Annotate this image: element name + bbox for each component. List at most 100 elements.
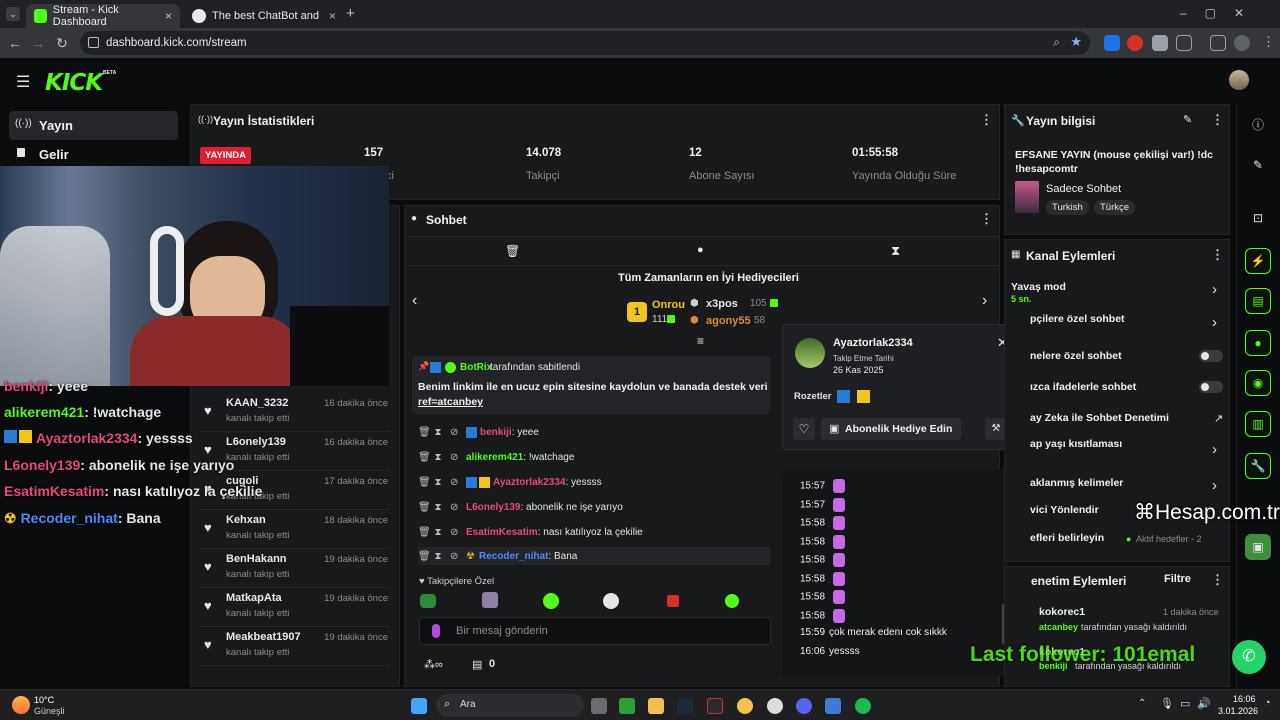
gifter-name[interactable]: agony55 [706, 315, 751, 327]
collapse-icon[interactable]: ≡ [697, 334, 704, 348]
edit-icon[interactable]: ✎ [1245, 152, 1271, 178]
bookmark-star-icon[interactable]: ★ [1070, 34, 1082, 50]
action-banned-words[interactable]: aklanmış kelimeler › [1010, 477, 1225, 497]
reading-list-icon[interactable] [1210, 35, 1226, 51]
action-emote-only[interactable]: ızca ifadelerle sohbet [1010, 381, 1225, 401]
delete-icon[interactable]: 🗑 [418, 427, 431, 438]
timeout-icon[interactable]: ⧗ [434, 452, 442, 463]
toggle-switch[interactable] [1199, 350, 1223, 362]
gifter-name[interactable]: Onrou [652, 299, 685, 311]
follower-name[interactable]: MatkapAta [226, 592, 282, 604]
notification-icon[interactable]: ◔ [1264, 697, 1271, 709]
follower-name[interactable]: BenHakann [226, 553, 287, 565]
network-icon[interactable]: ▭ [1180, 697, 1190, 710]
emote-icon[interactable] [725, 594, 739, 608]
spotify-icon[interactable] [855, 698, 871, 714]
weather-icon[interactable] [12, 696, 30, 714]
stream-info-menu-icon[interactable]: ⋮ [1211, 112, 1224, 128]
xbox-icon[interactable] [619, 698, 635, 714]
pinned-by-user[interactable]: BotRix [460, 362, 492, 373]
emote-icon[interactable] [543, 593, 559, 609]
user-card-name[interactable]: Ayaztorlak2334 [833, 337, 913, 349]
flash-icon[interactable]: ⚡ [1245, 248, 1271, 274]
edit-pencil-icon[interactable]: ✎ [1183, 113, 1192, 126]
ban-icon[interactable]: ⊘ [450, 502, 458, 513]
mod-actions-menu-icon[interactable]: ⋮ [1211, 572, 1224, 588]
tag-chip[interactable]: Türkçe [1094, 200, 1136, 215]
app-icon[interactable] [707, 698, 723, 714]
delete-icon[interactable]: 🗑 [418, 452, 431, 463]
youtube-extension-icon[interactable] [1127, 35, 1143, 51]
emote-icon[interactable] [482, 592, 498, 608]
action-age-restriction[interactable]: ap yaşı kısıtlaması › [1010, 438, 1225, 464]
emote-icon[interactable] [420, 594, 436, 608]
chat-user[interactable]: L6onely139 [466, 502, 520, 513]
extensions-puzzle-icon[interactable] [1176, 35, 1192, 51]
screenshot-icon[interactable]: ⊡ [1245, 205, 1271, 231]
ban-icon[interactable]: ⊘ [450, 551, 458, 562]
broadcast-icon[interactable]: ◉ [1245, 370, 1271, 396]
delete-icon[interactable]: 🗑 [418, 551, 431, 562]
notes-icon[interactable]: ▤ [1245, 288, 1271, 314]
delete-icon[interactable]: 🗑 [418, 527, 431, 538]
sidebar-item-gelir[interactable]: Gelir [9, 142, 178, 167]
stats-menu-icon[interactable]: ⋮ [980, 112, 993, 128]
zoom-icon[interactable]: ⌕ [1053, 35, 1060, 50]
chat-user[interactable]: Recoder_nihat [479, 551, 548, 562]
action-goals[interactable]: efleri belirleyin ● Aktif hedefler - 2 [1010, 532, 1225, 552]
toggle-switch[interactable] [1199, 381, 1223, 393]
chrome-icon[interactable] [737, 698, 753, 714]
tab-chatbot[interactable]: The best ChatBot and Widg × [184, 4, 344, 28]
hourglass-icon[interactable]: ⧗ [891, 243, 900, 259]
task-view-icon[interactable] [591, 698, 607, 714]
ban-icon[interactable]: ⊘ [450, 527, 458, 538]
stack-icon[interactable]: ▥ [1245, 411, 1271, 437]
tag-chip[interactable]: Turkish [1046, 200, 1089, 215]
emote-picker-icon[interactable] [432, 624, 440, 638]
chat-user[interactable]: Ayaztorlak2334 [493, 477, 565, 488]
channel-actions-menu-icon[interactable]: ⋮ [1211, 247, 1224, 263]
timeout-icon[interactable]: ⧗ [434, 527, 442, 538]
close-tab-icon[interactable]: × [329, 9, 336, 23]
follower-name[interactable]: Kehxan [226, 514, 266, 526]
forward-icon[interactable]: → [25, 35, 51, 51]
tab-list-icon[interactable]: ⌄ [6, 7, 20, 21]
follower-name[interactable]: KAAN_3232 [226, 397, 288, 409]
action-slow-mode[interactable]: Yavaş mod 5 sn. › [1010, 281, 1225, 307]
action-redirect[interactable]: vici Yönlendir [1010, 504, 1130, 524]
filter-button[interactable]: Filtre [1164, 573, 1191, 585]
chat-user[interactable]: EsatimKesatim [466, 527, 538, 538]
hamburger-menu-icon[interactable]: ☰ [16, 72, 30, 92]
chat-icon[interactable]: ● [1245, 330, 1271, 356]
ban-icon[interactable]: ⊘ [450, 427, 458, 438]
trash-icon[interactable]: 🗑 [505, 244, 520, 258]
store-icon[interactable]: ▤ [472, 658, 482, 671]
action-ai-moderation[interactable]: ay Zeka ile Sohbet Denetimi ↗ [1010, 412, 1225, 432]
emote-icon[interactable] [667, 595, 679, 607]
timeout-icon[interactable]: ⧗ [434, 502, 442, 513]
category-name[interactable]: Sadece Sohbet [1046, 183, 1121, 195]
prev-gifters-arrow-icon[interactable]: ‹ [412, 292, 417, 310]
taskbar-search[interactable]: ⌕ Ara [436, 694, 584, 717]
people-icon[interactable]: ⁂∞ [424, 658, 443, 671]
chat-input[interactable]: Bir mesaj gönderin [419, 617, 771, 645]
action-subs-chat[interactable]: nelere özel sohbet [1010, 350, 1225, 370]
shield-extension-icon[interactable] [1152, 35, 1168, 51]
chat-menu-icon[interactable]: ⋮ [980, 211, 993, 227]
ban-icon[interactable]: ⊘ [450, 452, 458, 463]
app-icon[interactable]: ▣ [1245, 534, 1271, 560]
delete-icon[interactable]: 🗑 [418, 477, 431, 488]
ban-icon[interactable]: ⊘ [450, 477, 458, 488]
tab-kick-dashboard[interactable]: Stream - Kick Dashboard × [26, 4, 180, 28]
address-bar[interactable]: dashboard.kick.com/stream ⌕ ★ [80, 31, 1090, 55]
extension-icon[interactable] [1104, 35, 1120, 51]
app-icon[interactable] [767, 698, 783, 714]
follower-name[interactable]: L6onely139 [226, 436, 286, 448]
tools-icon[interactable]: 🔧 [1245, 453, 1271, 479]
tray-chevron-icon[interactable]: ⌃ [1138, 698, 1146, 709]
new-tab-button[interactable]: + [346, 5, 355, 22]
volume-icon[interactable]: 🔊 [1197, 697, 1211, 710]
gift-sub-button[interactable]: ▣ Abonelik Hediye Edin [821, 418, 961, 440]
gifter-name[interactable]: x3pos [706, 298, 738, 310]
chat-user[interactable]: benkiji [480, 427, 512, 438]
